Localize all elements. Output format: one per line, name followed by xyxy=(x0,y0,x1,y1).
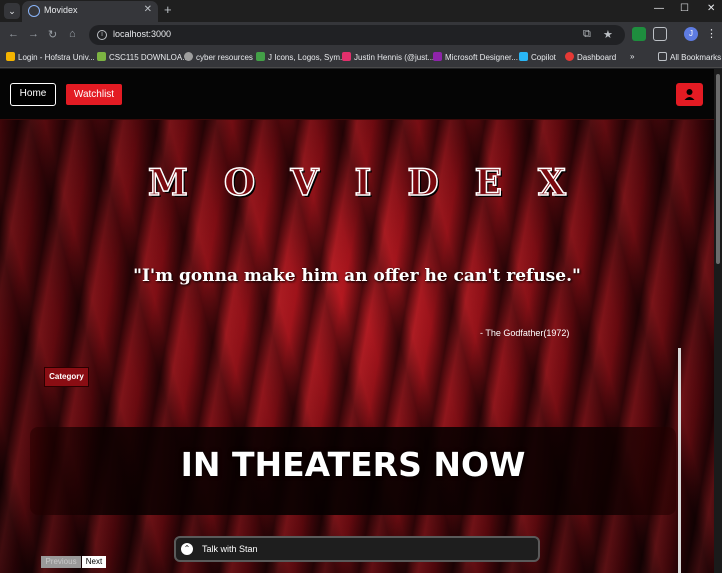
user-icon xyxy=(684,89,695,100)
user-profile-button[interactable] xyxy=(676,83,703,106)
maximize-icon[interactable]: ☐ xyxy=(680,3,689,14)
chevron-up-icon[interactable]: ⌃ xyxy=(181,543,193,555)
install-app-icon[interactable]: ⧉ xyxy=(583,28,591,41)
url-text: localhost:3000 xyxy=(113,29,172,39)
inner-scrollbar[interactable] xyxy=(678,348,681,573)
quote-attribution: - The Godfather(1972) xyxy=(480,328,570,338)
tab-title: Movidex xyxy=(44,5,78,15)
browser-toolbar: ← → ↻ ⌂ i localhost:3000 ⧉ ★ J ⋮ xyxy=(0,22,722,48)
bookmark-item[interactable]: J Icons, Logos, Sym... xyxy=(256,52,347,64)
bookmark-favicon-icon xyxy=(565,52,574,61)
in-theaters-banner: IN THEATERS NOW xyxy=(30,427,676,515)
hero-section: MOVIDEX "I'm gonna make him an offer he … xyxy=(0,120,714,573)
bookmark-favicon-icon xyxy=(6,52,15,61)
site-title: MOVIDEX xyxy=(147,161,602,205)
bookmark-item[interactable]: Dashboard xyxy=(565,52,616,64)
bookmark-star-icon[interactable]: ★ xyxy=(603,28,613,41)
site-navbar: Home Watchlist xyxy=(0,69,714,120)
bookmark-favicon-icon xyxy=(256,52,265,61)
extension-icon[interactable] xyxy=(632,27,646,41)
movie-quote: "I'm gonna make him an offer he can't re… xyxy=(133,266,581,286)
back-icon[interactable]: ← xyxy=(8,28,19,40)
site-info-icon[interactable]: i xyxy=(97,30,107,40)
close-window-icon[interactable]: ✕ xyxy=(707,3,715,14)
bookmark-favicon-icon xyxy=(433,52,442,61)
forward-icon[interactable]: → xyxy=(28,28,39,40)
bookmark-item[interactable]: Login - Hofstra Univ... xyxy=(6,52,95,64)
bookmark-favicon-icon xyxy=(184,52,193,61)
more-bookmarks-icon[interactable]: » xyxy=(630,52,634,64)
previous-button[interactable]: Previous xyxy=(41,556,81,568)
bookmark-favicon-icon xyxy=(519,52,528,61)
home-button[interactable]: Home xyxy=(10,83,56,106)
bookmark-item[interactable]: cyber resources xyxy=(184,52,253,64)
watchlist-button[interactable]: Watchlist xyxy=(66,84,122,105)
bookmarks-bar: Login - Hofstra Univ... CSC115 DOWNLOA..… xyxy=(0,48,722,68)
next-button[interactable]: Next xyxy=(82,556,106,568)
profile-avatar[interactable]: J xyxy=(684,27,698,41)
home-icon[interactable]: ⌂ xyxy=(69,28,76,40)
bookmark-favicon-icon xyxy=(342,52,351,61)
extensions-puzzle-icon[interactable] xyxy=(653,27,667,41)
bookmark-item[interactable]: CSC115 DOWNLOA... xyxy=(97,52,189,64)
menu-kebab-icon[interactable]: ⋮ xyxy=(706,27,717,40)
page-scrollbar-thumb[interactable] xyxy=(716,74,720,264)
address-bar[interactable]: i localhost:3000 ⧉ ★ xyxy=(89,25,625,45)
page-viewport: Home Watchlist MOVIDEX "I'm gonna make h… xyxy=(0,69,714,573)
banner-heading: IN THEATERS NOW xyxy=(180,445,526,484)
new-tab-icon[interactable]: + xyxy=(164,2,172,17)
close-tab-icon[interactable]: ✕ xyxy=(144,4,152,15)
minimize-icon[interactable]: — xyxy=(654,3,664,14)
reload-icon[interactable]: ↻ xyxy=(48,28,57,41)
bookmark-item[interactable]: Microsoft Designer... xyxy=(433,52,518,64)
bookmark-favicon-icon xyxy=(97,52,106,61)
chat-label: Talk with Stan xyxy=(202,544,258,554)
folder-icon xyxy=(658,52,667,61)
bookmark-item[interactable]: Copilot xyxy=(519,52,556,64)
category-button[interactable]: Category xyxy=(44,367,89,387)
chat-widget[interactable]: ⌃ Talk with Stan xyxy=(174,536,540,562)
tab-search-icon[interactable]: ⌄ xyxy=(4,3,20,19)
all-bookmarks[interactable]: All Bookmarks xyxy=(658,52,721,64)
bookmark-item[interactable]: Justin Hennis (@just... xyxy=(342,52,434,64)
browser-tab[interactable]: Movidex ✕ xyxy=(22,1,158,22)
browser-tab-bar: ⌄ Movidex ✕ + — ☐ ✕ xyxy=(0,0,722,22)
tab-favicon-icon xyxy=(28,5,40,17)
